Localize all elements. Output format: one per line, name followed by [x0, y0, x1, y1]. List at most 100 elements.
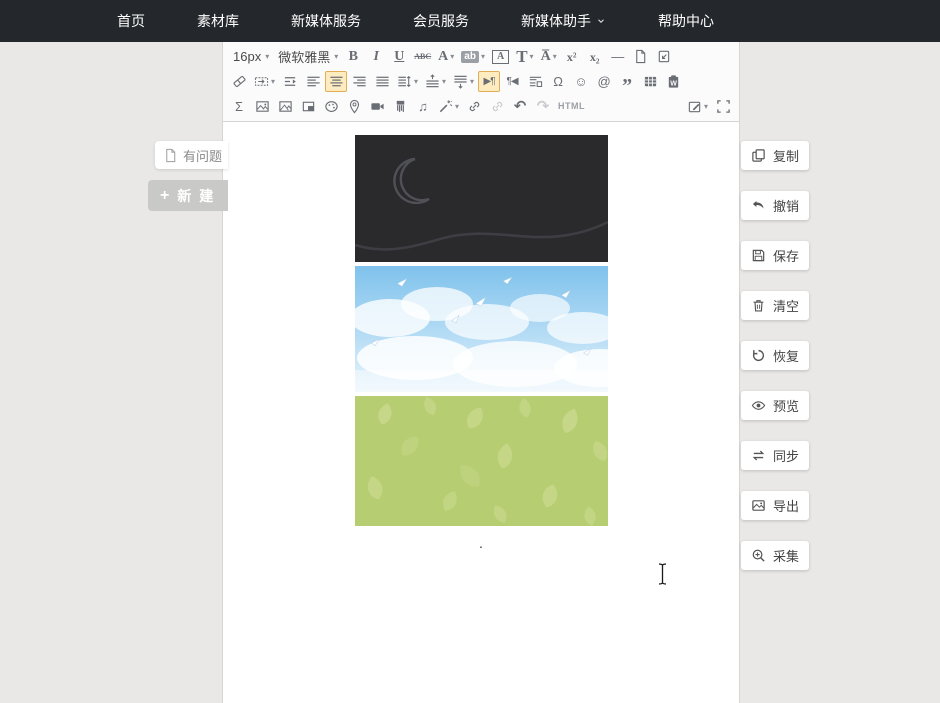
first-line-indent-button[interactable]: ▾	[251, 71, 278, 92]
insert-map-button[interactable]	[343, 96, 365, 117]
title-style-button[interactable]: T ▾	[513, 46, 536, 67]
nav-item-help-center[interactable]: 帮助中心	[641, 0, 731, 42]
pin-icon	[347, 99, 362, 114]
insert-video-button[interactable]	[366, 96, 388, 117]
subscript-button[interactable]: x₂	[584, 46, 606, 67]
direction-rtl-icon: ¶◀	[506, 75, 519, 87]
nav-item-new-media-services[interactable]: 新媒体服务	[274, 0, 378, 42]
space-after-button[interactable]: ▾	[450, 71, 477, 92]
insert-table-button[interactable]	[639, 71, 661, 92]
green-leaves-image[interactable]	[354, 396, 608, 526]
collect-button[interactable]: 采集	[741, 541, 809, 570]
page-background-button[interactable]	[297, 96, 319, 117]
eye-icon	[751, 398, 766, 413]
insert-image-button[interactable]	[251, 96, 273, 117]
border-color-button[interactable]: A	[489, 46, 512, 67]
editor-panel: 16px ▾ 微软雅黑 ▾ B I U ABC A ▾ ab ▾ A T ▾ A̅ ▾ x² x₂ — ▾ ▾ ▾ ▾ ▶¶ ¶◀…	[222, 42, 740, 703]
nav-item-home[interactable]: 首页	[100, 0, 162, 42]
formula-button[interactable]: Σ	[228, 96, 250, 117]
indent-icon	[254, 74, 269, 89]
redo-edit-button[interactable]: ↷	[532, 96, 554, 117]
font-size-button[interactable]: 16px ▾	[228, 46, 272, 67]
horizontal-rule-button[interactable]: —	[607, 46, 629, 67]
preview-button[interactable]: 预览	[741, 391, 809, 420]
dropdown-caret-icon: ▾	[450, 52, 455, 61]
undo-button[interactable]: 撤销	[741, 191, 809, 220]
format-eraser-button[interactable]	[228, 71, 250, 92]
save-button[interactable]: 保存	[741, 241, 809, 270]
sync-label: 同步	[772, 449, 799, 464]
nav-item-member-services[interactable]: 会员服务	[396, 0, 486, 42]
align-justify-button[interactable]	[371, 71, 393, 92]
emoticon-button[interactable]: ☺	[570, 71, 592, 92]
strikethrough-button[interactable]: ABC	[411, 46, 434, 67]
paragraph-merge-button[interactable]	[524, 71, 546, 92]
font-color-button[interactable]: A ▾	[435, 46, 457, 67]
sky-clouds-image[interactable]	[349, 266, 646, 392]
copy-icon	[751, 148, 766, 163]
paste-from-word-button[interactable]: W	[662, 71, 684, 92]
format-brush-button[interactable]	[389, 96, 411, 117]
dropdown-caret-icon: ▾	[442, 77, 447, 86]
nav-item-material-library[interactable]: 素材库	[180, 0, 256, 42]
italic-button[interactable]: I	[365, 46, 387, 67]
svg-text:W: W	[670, 80, 677, 87]
restore-button[interactable]: 恢复	[741, 341, 809, 370]
image-icon	[255, 99, 270, 114]
blockquote-button[interactable]: ”	[616, 71, 638, 96]
fullscreen-button[interactable]	[712, 96, 734, 117]
letter-spacing-button[interactable]: A̅ ▾	[538, 46, 560, 67]
direction-rtl-button[interactable]: ¶◀	[501, 71, 523, 92]
night-moon-image[interactable]	[354, 135, 609, 262]
anchor-link-button[interactable]: @	[593, 71, 615, 92]
nav-item-label: 新媒体助手	[521, 13, 591, 29]
undo-edit-button[interactable]: ↶	[509, 96, 531, 117]
align-left-button[interactable]	[302, 71, 324, 92]
align-center-button[interactable]	[325, 71, 348, 92]
edit-mode-button[interactable]: ▾	[684, 96, 711, 117]
clear-button[interactable]: 清空	[741, 291, 809, 320]
subscript-icon: x₂	[589, 49, 600, 64]
insert-link-button[interactable]	[463, 96, 485, 117]
new-document-button[interactable]	[630, 46, 652, 67]
font-color-icon: A	[438, 48, 449, 64]
undo-label: 撤销	[772, 199, 799, 214]
link-icon	[467, 99, 482, 114]
draft-import-button[interactable]	[653, 46, 675, 67]
nav-item-new-media-assistant[interactable]: 新媒体助手	[504, 0, 623, 42]
frame-icon	[301, 99, 316, 114]
border-color-icon: A	[491, 49, 510, 64]
bold-button[interactable]: B	[342, 46, 364, 67]
underline-button[interactable]: U	[388, 46, 410, 67]
line-height-button[interactable]: ▾	[394, 71, 421, 92]
view-html-button[interactable]: HTML	[555, 96, 588, 117]
superscript-button[interactable]: x²	[561, 46, 583, 67]
space-before-button[interactable]: ▾	[422, 71, 449, 92]
highlight-color-button[interactable]: ab ▾	[458, 46, 488, 67]
direction-ltr-button[interactable]: ▶¶	[478, 71, 501, 92]
font-family-button[interactable]: 微软雅黑 ▾	[273, 46, 341, 67]
doc-icon	[633, 49, 648, 64]
anchor-link-icon: @	[597, 74, 611, 89]
save-label: 保存	[772, 249, 799, 264]
editor-content[interactable]: .	[223, 122, 739, 662]
emotion-palette-button[interactable]	[320, 96, 342, 117]
feedback-label: 有问题	[183, 148, 223, 164]
align-right-button[interactable]	[348, 71, 370, 92]
fullscreen-icon	[716, 99, 731, 114]
sync-button[interactable]: 同步	[741, 441, 809, 470]
special-character-button[interactable]: Ω	[547, 71, 569, 92]
indent-paragraph-button[interactable]	[279, 71, 301, 92]
formula-icon: Σ	[234, 99, 244, 114]
trash-icon	[751, 298, 766, 313]
bars-justify-icon	[375, 74, 390, 89]
insert-music-button[interactable]: ♫	[412, 96, 434, 117]
create-new-button[interactable]: + 新 建	[148, 180, 228, 211]
feedback-button[interactable]: 有问题	[155, 141, 228, 169]
export-button[interactable]: 导出	[741, 491, 809, 520]
toolbar-row-1: 16px ▾ 微软雅黑 ▾ B I U ABC A ▾ ab ▾ A T ▾ A̅ ▾ x² x₂ —	[228, 44, 734, 69]
copy-button[interactable]: 复制	[741, 141, 809, 170]
one-key-format-button[interactable]: ▾	[435, 96, 462, 117]
image-manager-button[interactable]	[274, 96, 296, 117]
remove-link-button[interactable]	[486, 96, 508, 117]
